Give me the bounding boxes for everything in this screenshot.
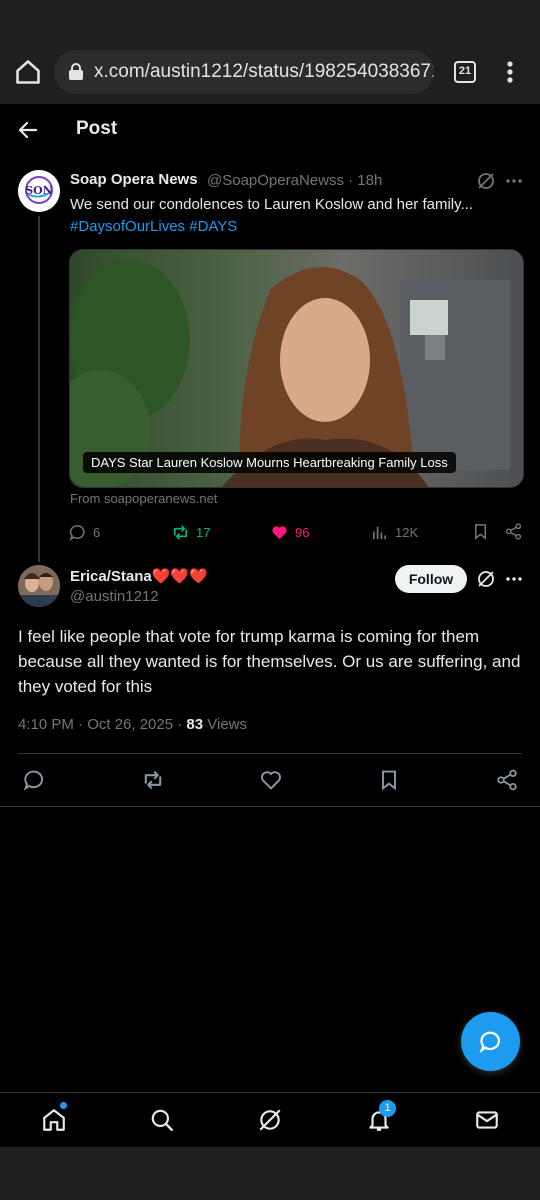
like-button[interactable]: 96	[270, 520, 309, 544]
author-handle[interactable]: @austin1212	[70, 588, 159, 605]
post-header: Post	[0, 104, 540, 158]
display-name: Erica/Stana	[70, 568, 152, 585]
tweet-meta: 4:10 PM · Oct 26, 2025 · 83 Views	[18, 716, 247, 733]
view-count: 83	[186, 716, 204, 733]
search-icon[interactable]	[149, 1107, 175, 1133]
grok-icon[interactable]	[476, 569, 496, 589]
author-name[interactable]: Soap Opera News	[70, 171, 198, 188]
mail-icon[interactable]	[474, 1107, 500, 1133]
hashtag-link[interactable]: #DAYS	[189, 218, 237, 235]
bookmark-icon[interactable]	[471, 522, 490, 541]
more-vertical-icon[interactable]	[500, 58, 520, 86]
hashtags: #DaysofOurLives #DAYS	[70, 216, 237, 238]
home-icon[interactable]	[14, 58, 42, 86]
notification-badge: 1	[379, 1100, 396, 1117]
repost-count: 17	[196, 524, 211, 540]
divider	[18, 753, 522, 754]
soap-opera-news-logo: SON	[18, 170, 60, 212]
avatar[interactable]: SON	[18, 170, 60, 212]
views-label: Views	[203, 716, 248, 733]
author-handle-time[interactable]: @SoapOperaNewss · 18h	[207, 172, 382, 189]
share-icon[interactable]	[495, 768, 519, 792]
tweet-text: We send our condolences to Lauren Koslow…	[70, 196, 474, 213]
tweet-actions: 6 17 96 12K	[68, 520, 528, 544]
card-source[interactable]: From soapoperanews.net	[70, 491, 217, 506]
repost-button[interactable]: 17	[171, 520, 210, 544]
back-arrow-icon[interactable]	[16, 118, 40, 142]
page-title: Post	[76, 118, 118, 139]
link-card[interactable]: DAYS Star Lauren Koslow Mourns Heartbrea…	[69, 249, 524, 488]
analytics-icon	[372, 526, 387, 539]
more-horizontal-icon[interactable]	[504, 569, 524, 589]
timestamp[interactable]: 4:10 PM · Oct 26, 2025 ·	[18, 716, 186, 733]
bookmark-icon[interactable]	[377, 768, 401, 792]
url-text: x.com/austin1212/status/1982540383671	[94, 61, 434, 82]
heart-filled-icon	[272, 525, 287, 539]
reply-button[interactable]: 6	[68, 520, 100, 544]
home-icon[interactable]	[41, 1107, 67, 1133]
system-navigation-bar	[0, 1147, 540, 1200]
divider	[0, 806, 540, 807]
view-count: 12K	[395, 524, 419, 540]
heart-icon[interactable]	[259, 768, 283, 792]
author-name[interactable]: Erica/Stana❤️❤️❤️	[70, 567, 208, 585]
repost-icon	[173, 524, 188, 540]
browser-toolbar: x.com/austin1212/status/1982540383671 21	[0, 0, 540, 104]
tweet-text: I feel like people that vote for trump k…	[18, 627, 521, 696]
hashtag-link[interactable]: #DaysofOurLives	[70, 218, 185, 235]
unread-dot	[60, 1102, 67, 1109]
bottom-navigation: 1	[0, 1092, 540, 1147]
reply-bubble-icon	[479, 1031, 501, 1054]
views-button[interactable]: 12K	[370, 520, 418, 544]
share-icon[interactable]	[504, 522, 523, 541]
thread-connector	[38, 216, 40, 562]
grok-icon[interactable]	[476, 171, 496, 191]
repost-icon[interactable]	[141, 768, 165, 792]
svg-text:SON: SON	[25, 184, 53, 197]
reply-icon[interactable]	[22, 768, 46, 792]
address-bar[interactable]: x.com/austin1212/status/1982540383671	[54, 50, 434, 94]
avatar[interactable]	[18, 565, 60, 607]
reply-count: 6	[93, 524, 101, 540]
reply-icon	[69, 524, 85, 541]
user-photo	[18, 565, 60, 607]
tweet-actions	[0, 766, 540, 794]
more-horizontal-icon[interactable]	[504, 171, 524, 191]
like-count: 96	[295, 524, 310, 540]
grok-icon[interactable]	[257, 1107, 283, 1133]
tab-switcher-button[interactable]: 21	[454, 61, 476, 83]
lock-icon	[69, 63, 83, 80]
card-caption: DAYS Star Lauren Koslow Mourns Heartbrea…	[83, 452, 456, 473]
follow-button[interactable]: Follow	[395, 565, 467, 593]
compose-reply-button[interactable]	[461, 1012, 520, 1071]
name-emoji: ❤️❤️❤️	[151, 568, 208, 585]
